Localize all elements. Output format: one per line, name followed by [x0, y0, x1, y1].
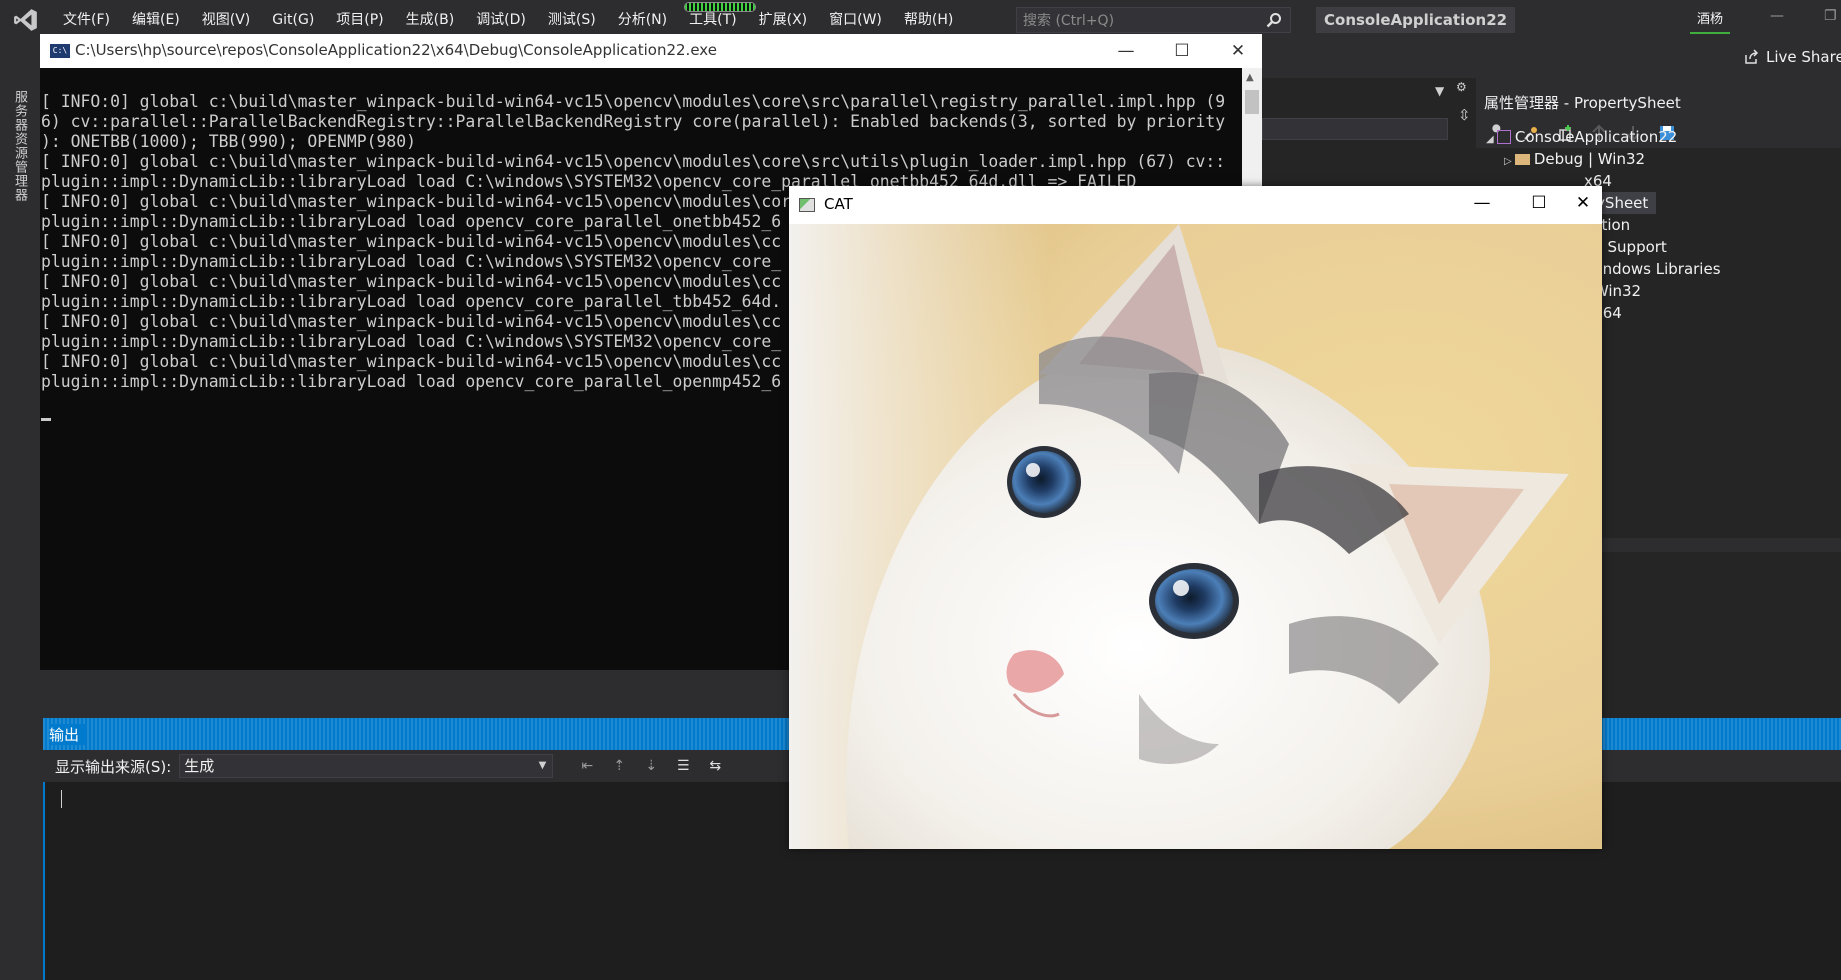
performance-meter [684, 2, 756, 12]
previous-message-icon[interactable]: ⇡ [607, 754, 631, 778]
console-line: ): ONETBB(1000); TBB(990); OPENMP(980) [41, 132, 416, 151]
folder-icon [1514, 154, 1530, 165]
word-wrap-icon[interactable]: ⇆ [703, 754, 727, 778]
user-badge[interactable]: 酒杨 [1690, 6, 1730, 34]
console-close-icon[interactable]: ✕ [1210, 34, 1266, 68]
console-titlebar[interactable]: C:\ C:\Users\hp\source\repos\ConsoleAppl… [40, 34, 1262, 68]
collapse-arrow-icon[interactable]: ▷ [1504, 156, 1515, 167]
next-message-icon[interactable]: ⇣ [639, 754, 663, 778]
server-explorer-tab[interactable]: 服务器资源管理器 [10, 90, 29, 202]
vs-restore-icon[interactable]: ❐ [1824, 8, 1837, 24]
cat-maximize-icon[interactable]: ☐ [1511, 186, 1567, 220]
cat-window: CAT — ☐ ✕ [789, 186, 1602, 849]
share-icon [1745, 49, 1759, 64]
cat-minimize-icon[interactable]: — [1454, 186, 1510, 220]
console-line: [ INFO:0] global c:\build\master_winpack… [41, 152, 1226, 171]
console-minimize-icon[interactable]: — [1098, 34, 1154, 68]
search-icon [1266, 13, 1281, 28]
text-cursor [61, 790, 62, 808]
image-window-icon [799, 198, 815, 212]
dropdown-arrow-icon[interactable]: ▼ [1435, 84, 1444, 98]
console-title: C:\Users\hp\source\repos\ConsoleApplicat… [75, 41, 717, 59]
settings-gear-icon[interactable]: ⚙ [1456, 80, 1467, 94]
console-line: 6) cv::parallel::ParallelBackendRegistry… [41, 112, 1226, 131]
cat-titlebar[interactable]: CAT — ☐ ✕ [789, 186, 1602, 224]
console-app-icon: C:\ [50, 44, 70, 58]
tree-item-debug-win32[interactable]: ▷ Debug | Win32 [1504, 148, 1645, 170]
console-maximize-icon[interactable]: ☐ [1154, 34, 1210, 68]
scroll-up-icon[interactable]: ▲ [1246, 72, 1254, 83]
panel-combo[interactable] [1262, 118, 1448, 140]
expand-arrow-icon[interactable]: ◢ [1486, 134, 1497, 145]
vs-minimize-icon[interactable]: — [1770, 8, 1784, 24]
output-source-select[interactable]: 生成 ▼ [179, 754, 554, 778]
cat-photo [789, 224, 1602, 849]
solution-name: ConsoleApplication22 [1316, 7, 1516, 33]
cat-close-icon[interactable]: ✕ [1567, 186, 1599, 220]
live-share-button[interactable]: Live Share [1744, 48, 1841, 66]
tree-item-project[interactable]: ◢ ConsoleApplication22 [1486, 126, 1677, 148]
property-manager-title: 属性管理器 - PropertySheet [1476, 88, 1841, 118]
find-message-icon[interactable]: ⇤ [575, 754, 599, 778]
search-box[interactable]: 搜索 (Ctrl+Q) [1016, 7, 1291, 33]
live-share-label: Live Share [1766, 48, 1841, 66]
output-source-label: 显示输出来源(S): [55, 757, 172, 776]
search-placeholder: 搜索 (Ctrl+Q) [1023, 13, 1115, 29]
clear-all-icon[interactable]: ☰ [671, 754, 695, 778]
cat-photo-illustration [789, 224, 1602, 849]
split-icon[interactable]: ⇳ [1458, 106, 1471, 124]
project-icon [1496, 130, 1511, 144]
tree-item-windows-libraries[interactable]: Windows Libraries [1584, 258, 1721, 280]
chevron-down-icon: ▼ [538, 760, 547, 771]
output-title: 输出 [49, 724, 86, 745]
scrollbar-thumb[interactable] [1245, 90, 1259, 114]
console-line: [ INFO:0] global c:\build\master_winpack… [41, 92, 1226, 111]
output-source-value: 生成 [184, 757, 215, 775]
cat-window-title: CAT [824, 195, 853, 213]
console-cursor [41, 418, 51, 421]
left-tool-rail: 服务器资源管理器 [0, 78, 34, 980]
